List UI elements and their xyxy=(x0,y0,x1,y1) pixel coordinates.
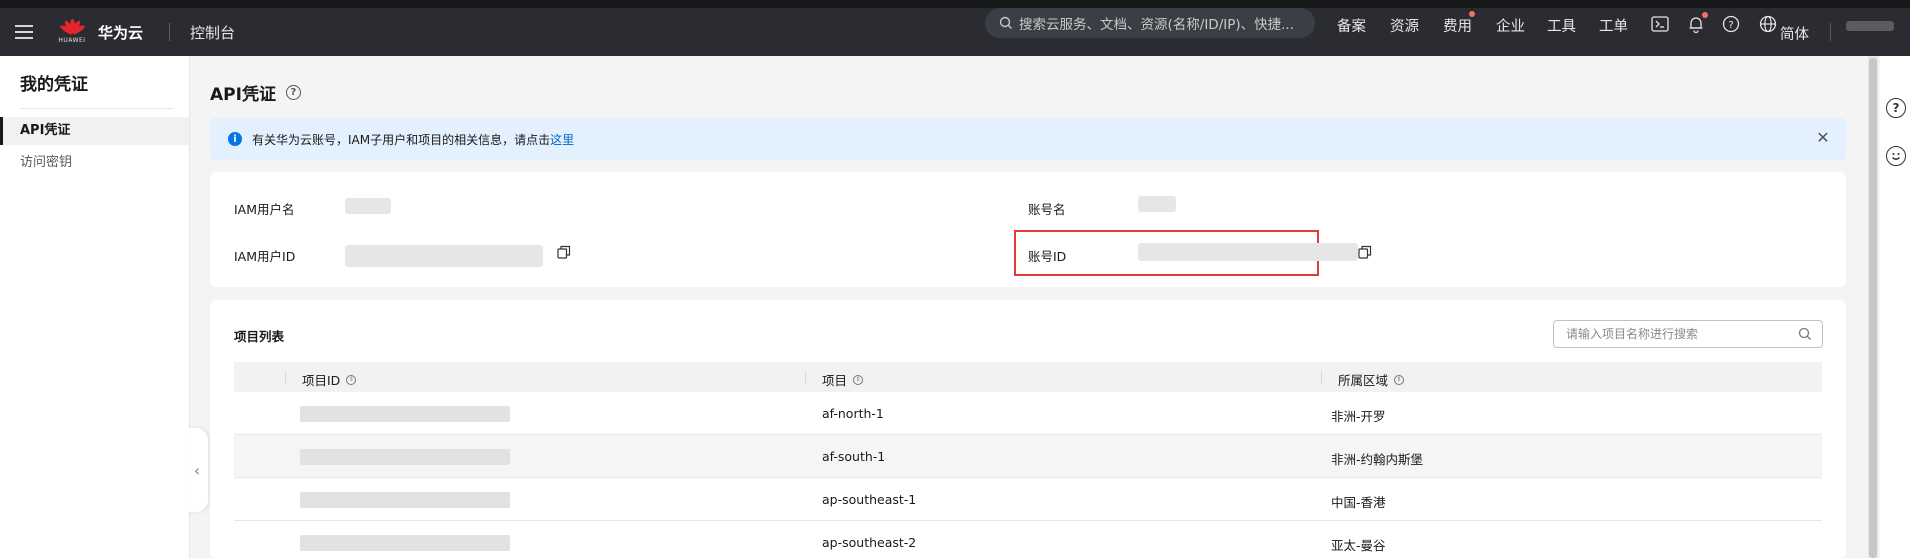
column-label: 项目ID xyxy=(302,373,341,388)
column-divider xyxy=(805,371,806,384)
table-header: 项目ID ⇕ 项目 ⇕ 所属区域 ⇕ xyxy=(234,362,1822,392)
table-row[interactable]: af-south-1 非洲-约翰内斯堡 xyxy=(234,435,1822,478)
project-list-card: 项目列表 请输入项目名称进行搜索 项目ID ⇕ 项目 ⇕ 所属区域 ⇕ af-nort… xyxy=(210,300,1846,558)
right-rail xyxy=(1880,56,1910,558)
sidebar-collapse-button[interactable]: ‹ xyxy=(186,428,208,512)
account-id-value xyxy=(1138,243,1358,261)
page-title: API凭证 xyxy=(210,85,276,105)
column-header-region[interactable]: 所属区域 ⇕ xyxy=(1338,370,1405,389)
user-account-menu[interactable] xyxy=(1846,21,1894,31)
project-cell: af-north-1 xyxy=(822,406,884,421)
copy-icon[interactable] xyxy=(1358,245,1372,259)
language-switch[interactable]: 简体 xyxy=(1780,23,1809,44)
terminal-icon[interactable] xyxy=(1650,14,1670,34)
nav-beian[interactable]: 备案 xyxy=(1337,15,1366,36)
help-icon[interactable]: ? xyxy=(1886,98,1906,118)
project-id-value xyxy=(300,535,510,551)
page-title-wrap: API凭证 ? xyxy=(210,80,301,105)
nav-resources[interactable]: 资源 xyxy=(1390,15,1419,36)
region-cell: 亚太-曼谷 xyxy=(1331,538,1386,553)
column-divider xyxy=(1321,371,1322,384)
brand-name: 华为云 xyxy=(98,23,144,42)
table-row[interactable]: ap-southeast-1 中国-香港 xyxy=(234,478,1822,521)
search-placeholder: 搜索云服务、文档、资源(名称/ID/IP)、快捷... xyxy=(1019,17,1295,33)
globe-icon[interactable] xyxy=(1758,14,1778,34)
project-search-input[interactable]: 请输入项目名称进行搜索 xyxy=(1553,320,1823,348)
huawei-flower-icon: HUAWEI xyxy=(56,15,88,49)
project-cell: ap-southeast-2 xyxy=(822,535,917,550)
divider xyxy=(1830,23,1831,41)
search-icon xyxy=(999,16,1012,29)
close-icon[interactable]: ✕ xyxy=(1816,130,1830,146)
help-icon[interactable]: ? xyxy=(1721,14,1741,34)
search-icon[interactable] xyxy=(1798,327,1812,341)
global-search-input[interactable]: 搜索云服务、文档、资源(名称/ID/IP)、快捷... xyxy=(985,8,1315,38)
sidebar-item-access-keys[interactable]: 访问密钥 xyxy=(0,149,189,177)
project-cell: af-south-1 xyxy=(822,449,886,464)
huawei-wordmark: HUAWEI xyxy=(58,37,86,44)
region-cell: 非洲-开罗 xyxy=(1331,409,1386,424)
column-divider xyxy=(285,371,286,384)
region-cell: 非洲-约翰内斯堡 xyxy=(1331,452,1424,467)
account-name-label: 账号名 xyxy=(1028,202,1066,217)
huawei-logo[interactable]: HUAWEI 华为云 xyxy=(56,15,143,49)
project-id-value xyxy=(300,406,510,422)
column-label: 项目 xyxy=(822,373,848,388)
project-id-value xyxy=(300,449,510,465)
nav-billing[interactable]: 费用 xyxy=(1443,15,1472,36)
nav-tickets[interactable]: 工单 xyxy=(1599,15,1628,36)
column-label: 所属区域 xyxy=(1338,373,1389,388)
search-placeholder: 请输入项目名称进行搜索 xyxy=(1566,327,1699,341)
sidebar-title: 我的凭证 xyxy=(20,75,88,95)
notice-link[interactable]: 这里 xyxy=(550,131,574,148)
sort-icon[interactable]: ⇕ xyxy=(346,374,357,385)
iam-user-name-value xyxy=(345,198,391,214)
feedback-smiley-icon[interactable] xyxy=(1886,146,1906,166)
project-id-value xyxy=(300,492,510,508)
table-row[interactable]: ap-southeast-2 亚太-曼谷 xyxy=(234,521,1822,558)
help-icon[interactable]: ? xyxy=(285,85,301,100)
iam-user-id-value xyxy=(345,245,543,267)
sort-icon[interactable]: ⇕ xyxy=(853,374,864,385)
svg-text:?: ? xyxy=(1728,20,1733,31)
column-header-project-id[interactable]: 项目ID ⇕ xyxy=(302,370,357,389)
info-notice: i 有关华为云账号，IAM子用户和项目的相关信息，请点击 这里 ✕ xyxy=(210,118,1846,160)
table-row[interactable]: af-north-1 非洲-开罗 xyxy=(234,392,1822,435)
column-header-project[interactable]: 项目 ⇕ xyxy=(822,370,864,389)
sidebar: 我的凭证 API凭证 访问密钥 xyxy=(0,56,190,558)
account-id-label: 账号ID xyxy=(1028,249,1067,264)
scrollbar-thumb[interactable] xyxy=(1869,58,1877,558)
bell-notification-dot xyxy=(1702,12,1708,18)
credentials-card: IAM用户名 账号名 IAM用户ID 账号ID xyxy=(210,172,1846,287)
divider xyxy=(169,23,171,41)
iam-user-name-label: IAM用户名 xyxy=(234,202,295,217)
notice-text: 有关华为云账号，IAM子用户和项目的相关信息，请点击 xyxy=(252,132,551,147)
project-cell: ap-southeast-1 xyxy=(822,492,917,507)
project-list-title: 项目列表 xyxy=(234,329,285,344)
divider xyxy=(20,108,173,109)
console-link[interactable]: 控制台 xyxy=(190,22,235,43)
region-cell: 中国-香港 xyxy=(1331,495,1386,510)
menu-icon[interactable] xyxy=(2,8,46,56)
nav-tools[interactable]: 工具 xyxy=(1547,15,1576,36)
nav-enterprise[interactable]: 企业 xyxy=(1496,15,1525,36)
copy-icon[interactable] xyxy=(557,245,571,259)
iam-user-id-label: IAM用户ID xyxy=(234,249,296,264)
sidebar-item-api-credentials[interactable]: API凭证 xyxy=(0,117,189,145)
info-icon: i xyxy=(228,132,242,146)
account-name-value xyxy=(1138,196,1176,212)
billing-notification-dot xyxy=(1469,11,1475,17)
chevron-left-icon: ‹ xyxy=(193,460,201,480)
sort-icon[interactable]: ⇕ xyxy=(1394,374,1405,385)
